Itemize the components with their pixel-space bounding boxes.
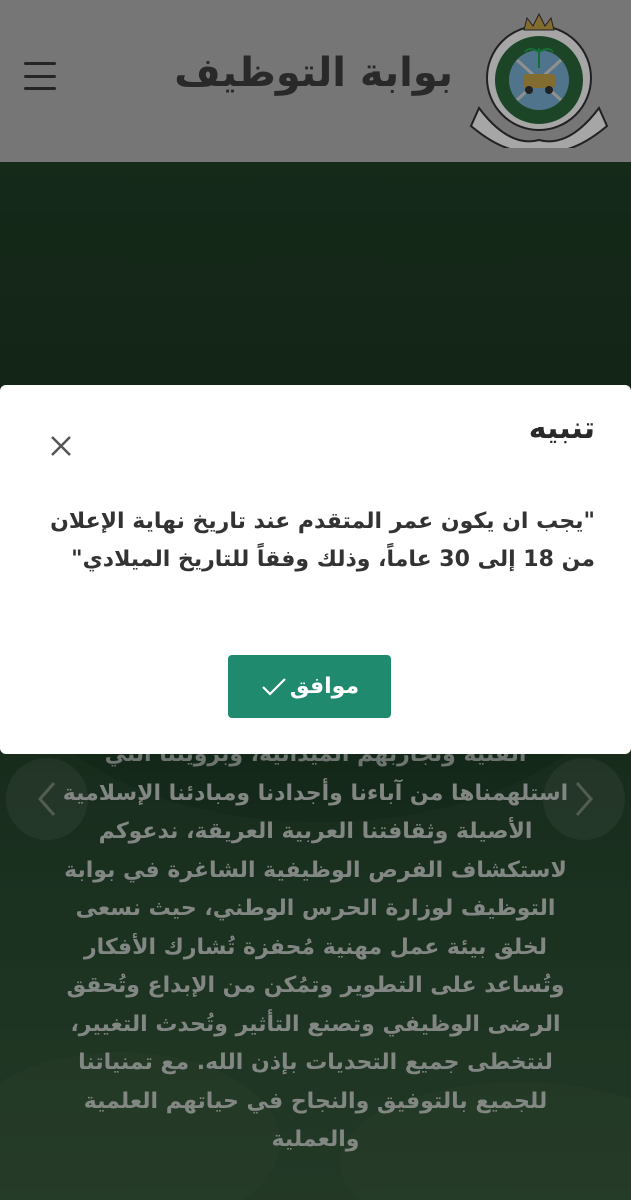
check-icon — [262, 677, 286, 696]
alert-dialog: تنبيه "يجب ان يكون عمر المتقدم عند تاريخ… — [0, 385, 631, 754]
dialog-title: تنبيه — [528, 411, 595, 446]
dialog-message: "يجب ان يكون عمر المتقدم عند تاريخ نهاية… — [50, 509, 595, 572]
ok-button-label: موافق — [289, 674, 360, 699]
ok-button[interactable]: موافق — [228, 655, 391, 718]
close-icon[interactable] — [46, 431, 76, 461]
